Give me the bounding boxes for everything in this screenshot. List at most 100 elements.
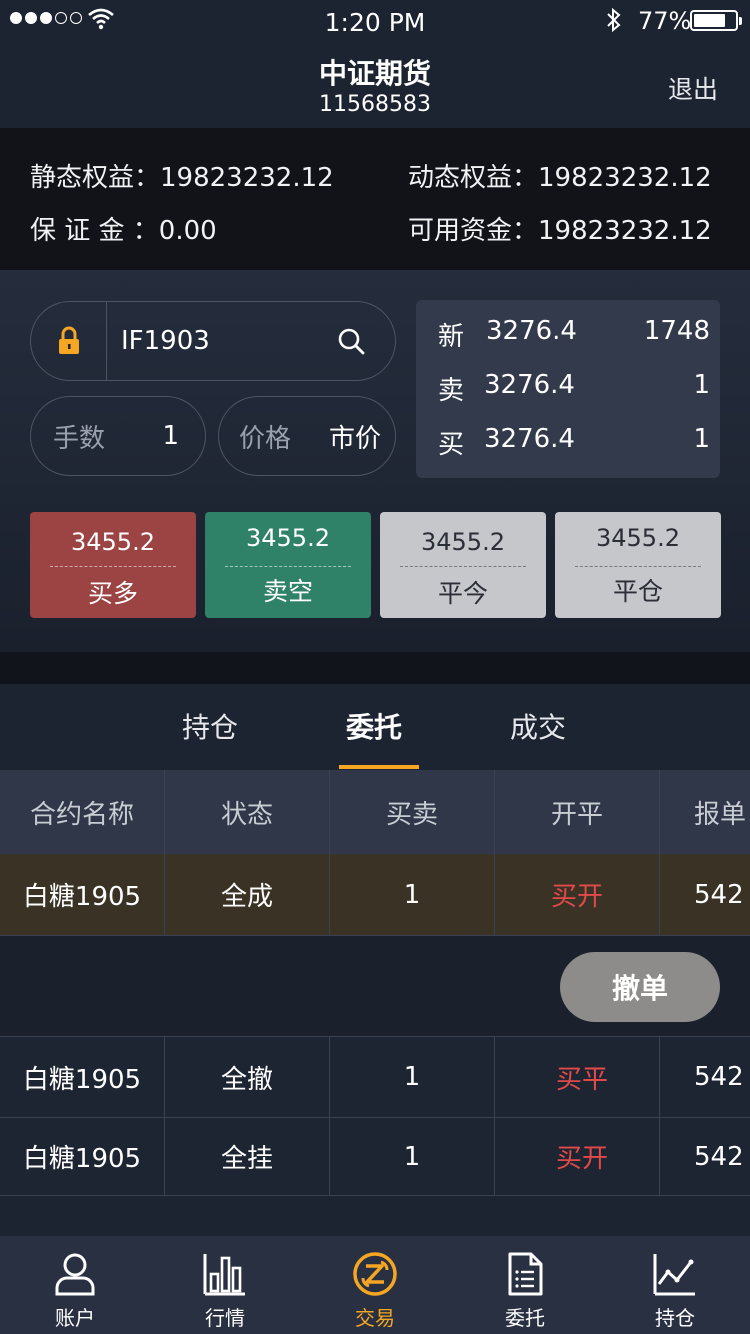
table-header: 合约名称 状态 买卖 开平 报单 <box>0 770 750 854</box>
trade-price: 3455.2 <box>596 524 680 552</box>
trade-price: 3455.2 <box>246 524 330 552</box>
column-header: 报单 <box>694 799 747 830</box>
bottom-tab-positions[interactable]: 持仓 <box>600 1236 750 1334</box>
tab-trades[interactable]: 成交 <box>510 706 566 746</box>
bar-chart-icon <box>203 1254 245 1296</box>
battery-icon <box>690 10 742 31</box>
contract-code-input[interactable]: IF1903 <box>121 326 321 356</box>
quote-row-ask: 卖 3276.4 1 <box>438 370 710 410</box>
contract-name-cell: 白糖1905 <box>0 854 165 935</box>
price-label: 价格 <box>239 423 292 454</box>
quote-box: 新 3276.4 1748 卖 3276.4 1 买 3276.4 1 <box>416 300 720 478</box>
contract-selector[interactable]: IF1903 <box>30 301 396 381</box>
battery-percent: 77% <box>638 7 692 35</box>
bottom-tab-orders[interactable]: 委托 <box>450 1236 600 1334</box>
side-cell: 1 <box>330 854 495 935</box>
table-row[interactable]: 白糖1905 全撤 1 买平 542 <box>0 1036 750 1118</box>
divider <box>400 566 526 567</box>
open-close-cell: 买开 <box>495 854 660 935</box>
open-close-cell: 买开 <box>495 1118 660 1195</box>
quantity-value[interactable]: 1 <box>162 421 179 451</box>
sell-short-button[interactable]: 3455.2 卖空 <box>205 512 371 618</box>
cancel-order-button[interactable]: 撤单 <box>560 952 720 1022</box>
bluetooth-icon <box>607 7 621 33</box>
dynamic-equity: 动态权益：19823232.12 <box>408 157 712 194</box>
bottom-tab-trade[interactable]: 交易 <box>300 1236 450 1334</box>
column-header: 买卖 <box>330 770 495 854</box>
quote-price: 3276.4 <box>484 424 575 454</box>
trade-action: 卖空 <box>262 577 313 606</box>
dynamic-equity-label: 动态权益： <box>408 163 539 193</box>
available-funds-value: 19823232.12 <box>538 216 712 246</box>
price-cell: 542 <box>694 879 744 910</box>
quote-volume: 1 <box>693 370 710 400</box>
contract-name-cell: 白糖1905 <box>0 1037 165 1117</box>
open-close-cell: 买平 <box>495 1037 660 1117</box>
line-chart-icon <box>653 1254 695 1296</box>
order-panel: IF1903 手数 1 价格 市价 新 3276.4 1748 卖 3276.4… <box>0 270 750 652</box>
quote-volume: 1748 <box>643 316 710 346</box>
divider <box>575 566 701 567</box>
tab-orders[interactable]: 委托 <box>346 706 402 746</box>
table-row[interactable]: 白糖1905 全成 1 买开 542 <box>0 854 750 936</box>
price-field[interactable]: 价格 市价 <box>218 396 396 476</box>
available-funds-label: 可用资金： <box>408 216 539 246</box>
price-value[interactable]: 市价 <box>329 418 381 455</box>
available-funds: 可用资金：19823232.12 <box>408 210 712 247</box>
static-equity-value: 19823232.12 <box>160 163 334 193</box>
bottom-tab-market[interactable]: 行情 <box>150 1236 300 1334</box>
nav-header: 中证期货 11568583 退出 <box>0 40 750 128</box>
account-number: 11568583 <box>319 92 431 117</box>
side-cell: 1 <box>330 1118 495 1195</box>
divider <box>50 566 176 567</box>
status-cell: 全成 <box>165 854 330 935</box>
buy-long-button[interactable]: 3455.2 买多 <box>30 512 196 618</box>
column-header: 开平 <box>495 770 660 854</box>
document-icon <box>508 1252 543 1296</box>
equity-panel: 静态权益：19823232.12 动态权益：19823232.12 保 证 金 … <box>0 128 750 270</box>
page-title: 中证期货 <box>318 57 431 90</box>
quote-row-bid: 买 3276.4 1 <box>438 424 710 464</box>
trade-icon <box>353 1252 397 1296</box>
contract-name-cell: 白糖1905 <box>0 1118 165 1195</box>
trade-action: 买多 <box>87 579 138 608</box>
margin: 保 证 金 ：0.00 <box>30 210 217 247</box>
bottom-tab-label: 委托 <box>505 1306 545 1330</box>
bottom-tab-label: 持仓 <box>655 1306 695 1330</box>
quote-price: 3276.4 <box>484 370 575 400</box>
user-icon <box>55 1253 95 1296</box>
active-tab-indicator <box>339 765 419 769</box>
search-icon[interactable] <box>321 327 381 355</box>
quantity-field[interactable]: 手数 1 <box>30 396 206 476</box>
lock-icon[interactable] <box>31 302 107 380</box>
quote-row-last: 新 3276.4 1748 <box>438 316 710 356</box>
tab-positions[interactable]: 持仓 <box>182 706 238 746</box>
price-cell: 542 <box>694 1141 744 1172</box>
section-divider <box>0 652 750 684</box>
bottom-tab-label: 账户 <box>55 1306 95 1330</box>
price-cell: 542 <box>694 1062 744 1092</box>
trade-action: 平仓 <box>612 577 663 606</box>
table-row[interactable]: 白糖1905 全挂 1 买开 542 <box>0 1118 750 1196</box>
divider <box>225 566 351 567</box>
margin-value: 0.00 <box>158 216 217 246</box>
side-cell: 1 <box>330 1037 495 1117</box>
trade-price: 3455.2 <box>71 528 155 556</box>
quote-label: 新 <box>438 322 465 352</box>
bottom-tab-label: 交易 <box>355 1306 395 1330</box>
status-bar: 1:20 PM 77% <box>0 0 750 40</box>
bottom-tab-label: 行情 <box>205 1306 245 1330</box>
order-tabs: 持仓 委托 成交 <box>0 684 750 770</box>
close-today-button[interactable]: 3455.2 平今 <box>380 512 546 618</box>
trade-price: 3455.2 <box>421 528 505 556</box>
quote-price: 3276.4 <box>486 316 577 346</box>
column-header: 合约名称 <box>0 770 165 854</box>
quote-label: 卖 <box>438 376 465 406</box>
status-cell: 全撤 <box>165 1037 330 1117</box>
close-position-button[interactable]: 3455.2 平仓 <box>555 512 721 618</box>
quote-label: 买 <box>438 430 465 460</box>
logout-button[interactable]: 退出 <box>668 70 718 106</box>
bottom-tab-account[interactable]: 账户 <box>0 1236 150 1334</box>
column-header: 状态 <box>165 770 330 854</box>
row-actions: 撤单 <box>0 936 750 1036</box>
